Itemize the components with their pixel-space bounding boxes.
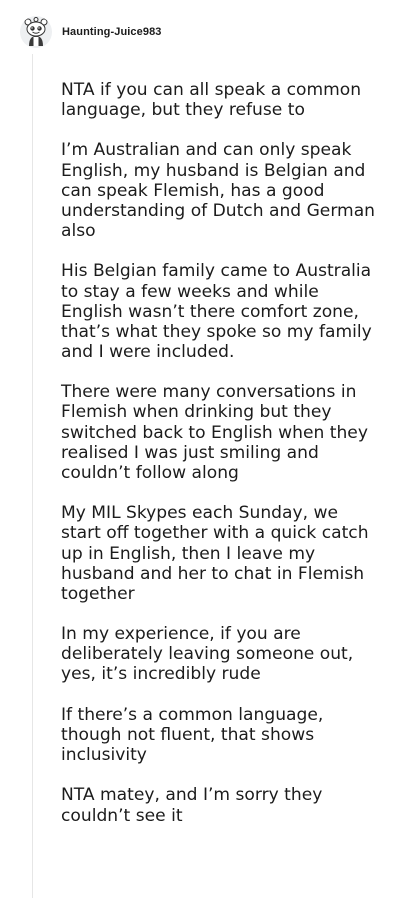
snoo-avatar-icon: [20, 16, 52, 48]
comment-paragraph: I’m Australian and can only speak Englis…: [61, 140, 376, 242]
thread-line[interactable]: [32, 54, 33, 898]
comment-paragraph: There were many conversations in Flemish…: [61, 382, 368, 483]
comment-paragraph: In my experience, if you are deliberatel…: [61, 624, 354, 685]
comment-paragraph: If there’s a common language, though not…: [61, 704, 324, 766]
comment-paragraph: His Belgian family came to Australia to …: [61, 261, 372, 362]
avatar[interactable]: [20, 16, 52, 48]
comment-paragraph: NTA if you can all speak a common langua…: [61, 80, 362, 121]
comment-paragraph: My MIL Skypes each Sunday, we start off …: [61, 503, 369, 604]
comment-paragraph: NTA matey, and I’m sorry they couldn’t s…: [61, 785, 323, 826]
comment-header: Haunting-Juice983: [20, 14, 162, 50]
username[interactable]: Haunting-Juice983: [62, 26, 162, 38]
comment-body: NTA if you can all speak a common langua…: [61, 80, 381, 826]
